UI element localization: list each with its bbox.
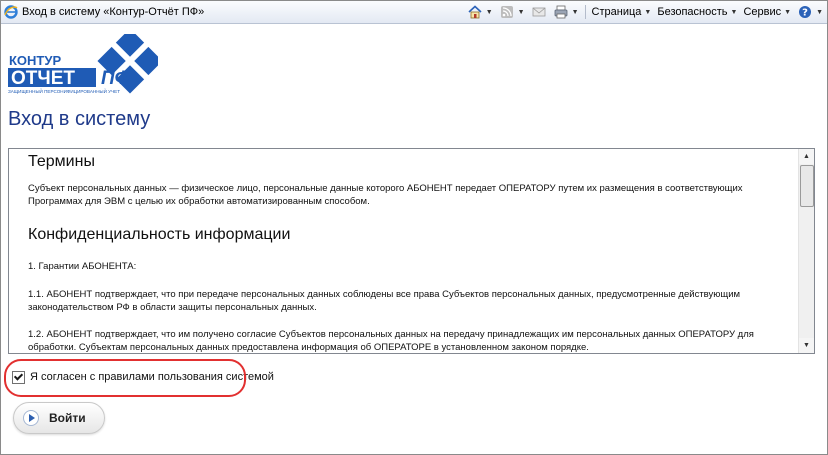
chevron-down-icon: ▼ [644,8,652,16]
chevron-down-icon: ▼ [485,8,493,16]
safety-menu[interactable]: Безопасность ▼ [657,6,737,18]
tab-title: Вход в систему «Контур-Отчёт ПФ» [22,6,205,18]
tools-menu[interactable]: Сервис ▼ [743,6,791,18]
arrow-right-icon [23,410,39,426]
ie-icon [4,5,18,19]
logo-line2: ОТЧЕТ [11,68,75,89]
browser-tab[interactable]: Вход в систему «Контур-Отчёт ПФ» [4,3,204,21]
terms-paragraph: 1.2. АБОНЕНТ подтверждает, что им получе… [28,329,754,353]
svg-text:?: ? [802,8,808,19]
safety-menu-label: Безопасность [657,6,728,18]
scroll-down-icon[interactable]: ▼ [799,338,814,353]
scroll-up-icon[interactable]: ▲ [799,149,814,164]
terms-heading-terms: Термины [28,153,95,170]
logo-tagline: ЗАЩИЩЕННЫЙ ПЕРСОНИФИЦИРОВАННЫЙ УЧЕТ [8,87,120,94]
separator [584,5,586,19]
tools-menu-label: Сервис [743,6,782,18]
highlight-ellipse [4,359,246,397]
login-button-label: Войти [49,411,86,425]
login-button[interactable]: Войти [13,402,105,434]
page-menu-label: Страница [591,6,642,18]
terms-heading-confidentiality: Конфиденциальность информации [28,226,291,243]
chevron-down-icon: ▼ [517,8,525,16]
page-title: Вход в систему [8,108,151,130]
logo-badge: ПФ [101,68,130,89]
feeds-button[interactable]: ▼ [499,4,525,20]
help-icon: ? [799,6,812,19]
mail-icon [532,7,546,17]
print-icon [554,5,568,19]
rss-icon [500,6,513,18]
kontur-otchet-pf-logo: КОНТУР ОТЧЕТ ПФ ЗАЩИЩЕННЫЙ ПЕРСОНИФИЦИРО… [8,34,158,94]
page-menu[interactable]: Страница ▼ [592,6,652,18]
terms-paragraph: 1.1. АБОНЕНТ подтверждает, что при перед… [28,289,741,313]
browser-command-bar: Вход в систему «Контур-Отчёт ПФ» ▼ ▼ ▼ С… [1,1,827,24]
mail-button[interactable] [531,4,547,20]
home-button[interactable]: ▼ [467,4,493,20]
chevron-down-icon: ▼ [730,8,738,16]
terms-scrollbar[interactable]: ▲ ▼ [798,149,814,353]
terms-textbox[interactable]: Термины Субъект персональных данных — фи… [8,148,815,354]
terms-paragraph: Субъект персональных данных — физическое… [28,183,743,207]
chevron-down-icon: ▼ [816,8,823,16]
logo-line1: КОНТУР [9,53,61,68]
chevron-down-icon: ▼ [571,8,579,16]
terms-paragraph: 1. Гарантии АБОНЕНТА: [28,261,137,272]
chevron-down-icon: ▼ [784,8,792,16]
help-button[interactable]: ? ▼ [797,4,823,20]
command-buttons: ▼ ▼ ▼ Страница ▼ Безопасность ▼ Сервис ▼… [461,3,823,21]
print-button[interactable]: ▼ [553,4,579,20]
scroll-thumb[interactable] [800,165,814,207]
home-icon [468,5,482,19]
